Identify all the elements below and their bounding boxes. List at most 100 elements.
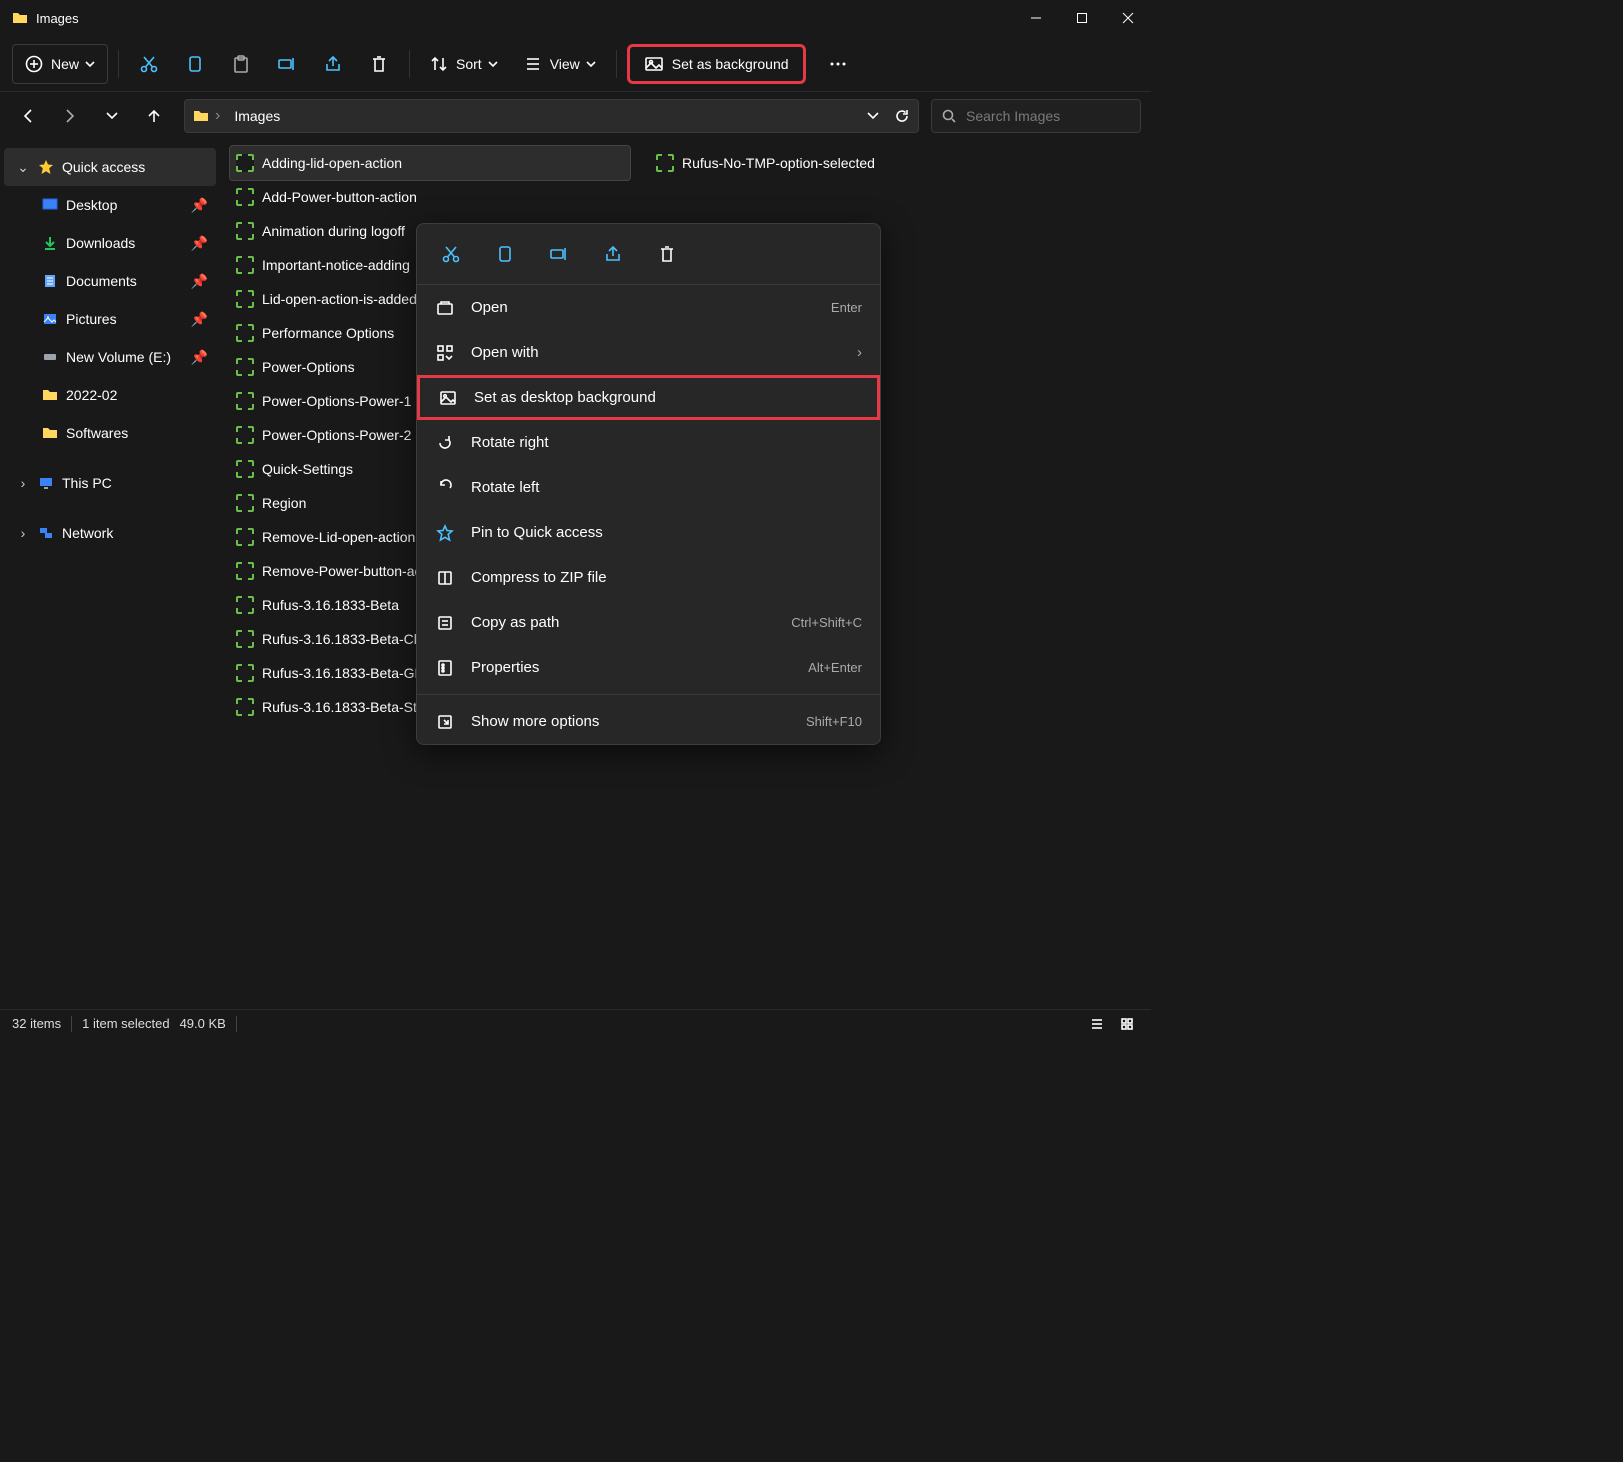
breadcrumb[interactable]: Images bbox=[234, 108, 280, 124]
file-name: Rufus-3.16.1833-Beta-Close bbox=[262, 631, 439, 647]
back-button[interactable] bbox=[10, 98, 46, 134]
sort-button[interactable]: Sort bbox=[420, 44, 508, 84]
image-thumbnail-icon bbox=[656, 154, 674, 172]
sidebar-item-documents[interactable]: Documents 📌 bbox=[30, 262, 216, 300]
search-icon bbox=[942, 109, 956, 123]
ctx-copy-as-path[interactable]: Copy as path Ctrl+Shift+C bbox=[417, 600, 880, 645]
ctx-shortcut: Shift+F10 bbox=[806, 714, 862, 729]
copy-button[interactable] bbox=[175, 44, 215, 84]
ctx-label: Show more options bbox=[471, 713, 599, 730]
status-item-count: 32 items bbox=[12, 1016, 61, 1031]
file-name: Power-Options-Power-1 bbox=[262, 393, 411, 409]
address-dropdown[interactable] bbox=[866, 109, 880, 123]
sidebar-item-desktop[interactable]: Desktop 📌 bbox=[30, 186, 216, 224]
chevron-down-icon bbox=[586, 59, 596, 69]
file-name: Lid-open-action-is-added bbox=[262, 291, 417, 307]
ctx-compress-zip[interactable]: Compress to ZIP file bbox=[417, 555, 880, 600]
thumbnails-view-button[interactable] bbox=[1115, 1014, 1139, 1034]
copy-path-icon bbox=[435, 613, 455, 633]
properties-icon bbox=[435, 658, 455, 678]
rename-button[interactable] bbox=[267, 44, 307, 84]
sidebar-item-pictures[interactable]: Pictures 📌 bbox=[30, 300, 216, 338]
separator bbox=[616, 50, 617, 78]
view-button[interactable]: View bbox=[514, 44, 606, 84]
open-with-icon bbox=[435, 343, 455, 363]
set-bg-label: Set as background bbox=[672, 56, 789, 72]
new-button[interactable]: New bbox=[12, 44, 108, 84]
ctx-cut-button[interactable] bbox=[435, 238, 467, 270]
chevron-right-icon: › bbox=[857, 344, 862, 361]
refresh-button[interactable] bbox=[894, 108, 910, 124]
sidebar-item-new-volume[interactable]: New Volume (E:) 📌 bbox=[30, 338, 216, 376]
ctx-shortcut: Enter bbox=[831, 300, 862, 315]
navigation-pane: ⌄ Quick access Desktop 📌 Downloads 📌 Doc… bbox=[0, 140, 220, 1009]
status-size: 49.0 KB bbox=[180, 1016, 226, 1031]
new-label: New bbox=[51, 56, 79, 72]
cut-button[interactable] bbox=[129, 44, 169, 84]
ctx-rotate-right[interactable]: Rotate right bbox=[417, 420, 880, 465]
paste-button[interactable] bbox=[221, 44, 261, 84]
navigation-row: › Images Search Images bbox=[0, 92, 1151, 140]
image-thumbnail-icon bbox=[236, 222, 254, 240]
recent-button[interactable] bbox=[94, 98, 130, 134]
document-icon bbox=[42, 273, 58, 289]
file-item[interactable]: Adding-lid-open-action bbox=[230, 146, 630, 180]
image-thumbnail-icon bbox=[236, 188, 254, 206]
ctx-pin-quick-access[interactable]: Pin to Quick access bbox=[417, 510, 880, 555]
file-item[interactable]: Add-Power-button-action bbox=[230, 180, 630, 214]
ctx-label: Set as desktop background bbox=[474, 389, 656, 406]
ctx-show-more-options[interactable]: Show more options Shift+F10 bbox=[417, 699, 880, 744]
maximize-button[interactable] bbox=[1059, 0, 1105, 36]
address-bar[interactable]: › Images bbox=[184, 99, 919, 133]
more-button[interactable] bbox=[818, 44, 858, 84]
forward-button[interactable] bbox=[52, 98, 88, 134]
context-menu: Open Enter Open with › Set as desktop ba… bbox=[416, 223, 881, 745]
chevron-right-icon: › bbox=[16, 525, 30, 541]
file-name: Rufus-3.16.1833-Beta-Start bbox=[262, 699, 433, 715]
set-as-background-button[interactable]: Set as background bbox=[627, 44, 806, 84]
file-name: Rufus-No-TMP-option-selected bbox=[682, 155, 875, 171]
ctx-open-with[interactable]: Open with › bbox=[417, 330, 880, 375]
sidebar-item-label: Desktop bbox=[66, 197, 117, 213]
image-thumbnail-icon bbox=[236, 290, 254, 308]
ctx-share-button[interactable] bbox=[597, 238, 629, 270]
search-input[interactable]: Search Images bbox=[931, 99, 1141, 133]
sidebar-quick-access[interactable]: ⌄ Quick access bbox=[4, 148, 216, 186]
folder-icon bbox=[42, 425, 58, 441]
file-name: Rufus-3.16.1833-Beta-GPT bbox=[262, 665, 432, 681]
window-title: Images bbox=[36, 11, 79, 26]
separator bbox=[118, 50, 119, 78]
open-icon bbox=[435, 298, 455, 318]
image-thumbnail-icon bbox=[236, 358, 254, 376]
sidebar-network[interactable]: › Network bbox=[4, 514, 216, 552]
sidebar-item-2022-02[interactable]: 2022-02 bbox=[30, 376, 216, 414]
delete-button[interactable] bbox=[359, 44, 399, 84]
up-button[interactable] bbox=[136, 98, 172, 134]
share-button[interactable] bbox=[313, 44, 353, 84]
ctx-rename-button[interactable] bbox=[543, 238, 575, 270]
window-folder-icon bbox=[12, 10, 28, 26]
sidebar-item-softwares[interactable]: Softwares bbox=[30, 414, 216, 452]
folder-icon bbox=[42, 387, 58, 403]
ctx-open[interactable]: Open Enter bbox=[417, 285, 880, 330]
status-bar: 32 items 1 item selected 49.0 KB bbox=[0, 1009, 1151, 1037]
file-name: Adding-lid-open-action bbox=[262, 155, 402, 171]
sidebar-item-downloads[interactable]: Downloads 📌 bbox=[30, 224, 216, 262]
sidebar-this-pc[interactable]: › This PC bbox=[4, 464, 216, 502]
file-item[interactable]: Rufus-No-TMP-option-selected bbox=[650, 146, 1050, 180]
ctx-set-desktop-background[interactable]: Set as desktop background bbox=[417, 375, 880, 420]
ctx-copy-button[interactable] bbox=[489, 238, 521, 270]
breadcrumb-sep: › bbox=[215, 107, 220, 125]
ctx-rotate-left[interactable]: Rotate left bbox=[417, 465, 880, 510]
file-name: Rufus-3.16.1833-Beta bbox=[262, 597, 399, 613]
ctx-delete-button[interactable] bbox=[651, 238, 683, 270]
minimize-button[interactable] bbox=[1013, 0, 1059, 36]
picture-icon bbox=[438, 388, 458, 408]
details-view-button[interactable] bbox=[1085, 1014, 1109, 1034]
image-thumbnail-icon bbox=[236, 324, 254, 342]
close-button[interactable] bbox=[1105, 0, 1151, 36]
ctx-properties[interactable]: Properties Alt+Enter bbox=[417, 645, 880, 690]
network-icon bbox=[38, 525, 54, 541]
separator bbox=[417, 694, 880, 695]
file-name: Power-Options-Power-2 bbox=[262, 427, 411, 443]
